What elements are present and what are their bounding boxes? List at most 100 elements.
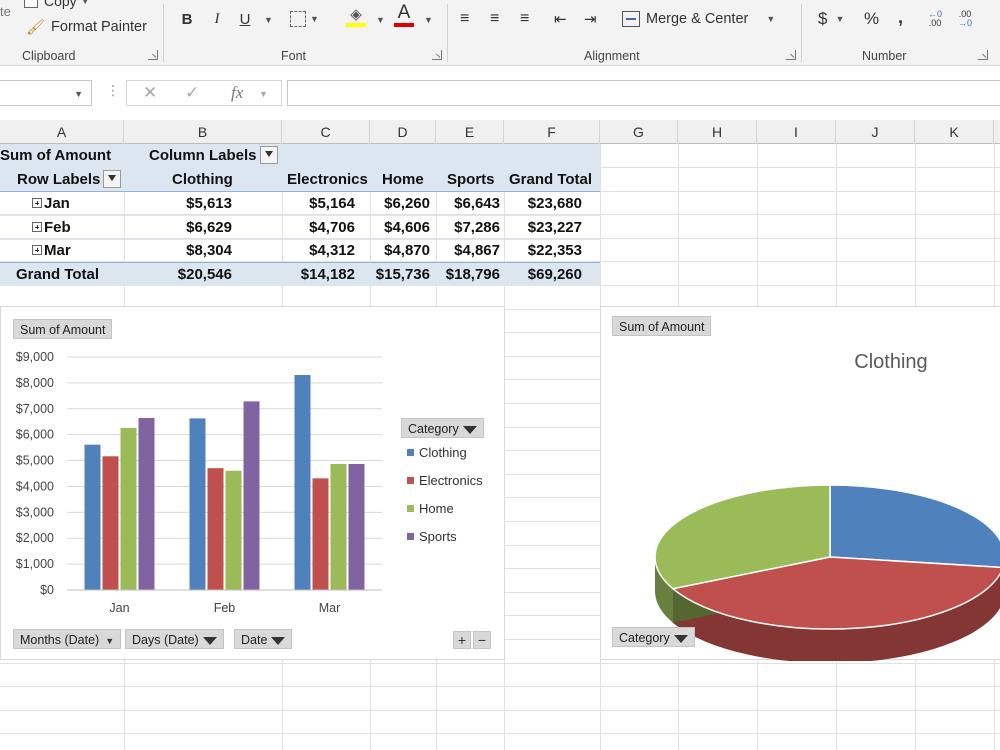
pivot-value-cell[interactable]: $5,164 bbox=[240, 192, 355, 216]
pivot-value-cell[interactable]: $4,706 bbox=[240, 216, 355, 240]
align-center-icon[interactable]: ≡ bbox=[490, 6, 499, 32]
name-box-dropdown-icon[interactable]: ▼ bbox=[74, 89, 83, 99]
font-color-button[interactable]: A bbox=[394, 2, 414, 28]
pivot-value-cell[interactable]: $4,312 bbox=[240, 239, 355, 263]
bar-electronics-mar[interactable] bbox=[312, 478, 329, 590]
bar-home-jan[interactable] bbox=[120, 427, 137, 590]
row-filter-icon[interactable] bbox=[103, 170, 122, 189]
months-field-button[interactable]: Months (Date) ▼ bbox=[13, 629, 122, 649]
bar-sports-feb[interactable] bbox=[243, 401, 260, 590]
row-label[interactable]: Feb bbox=[32, 216, 71, 240]
pivot-value-cell[interactable]: $4,867 bbox=[434, 239, 500, 263]
bar-home-feb[interactable] bbox=[225, 470, 242, 590]
paste-label-partial[interactable]: te bbox=[0, 4, 11, 19]
pivot-value-cell[interactable]: $5,613 bbox=[130, 192, 232, 216]
expand-icon[interactable] bbox=[32, 221, 42, 232]
pivot-title[interactable]: Sum of Amount bbox=[0, 144, 111, 168]
days-field-button[interactable]: Days (Date) bbox=[125, 629, 224, 649]
bar-electronics-feb[interactable] bbox=[207, 468, 224, 590]
row-labels-cell[interactable]: Row Labels bbox=[17, 168, 122, 192]
number-launcher-icon[interactable] bbox=[978, 50, 988, 60]
percent-button[interactable]: % bbox=[864, 6, 879, 32]
column-header-j[interactable]: J bbox=[836, 120, 915, 144]
grand-total-value[interactable]: $15,736 bbox=[360, 263, 430, 287]
grand-total-value[interactable]: $14,182 bbox=[240, 263, 355, 287]
bar-clothing-jan[interactable] bbox=[84, 444, 101, 590]
header-clothing[interactable]: Clothing bbox=[172, 168, 233, 192]
font-launcher-icon[interactable] bbox=[432, 50, 442, 60]
column-header-i[interactable]: I bbox=[757, 120, 836, 144]
pivot-value-cell[interactable]: $23,227 bbox=[505, 216, 582, 240]
formula-input[interactable] bbox=[287, 80, 1000, 106]
bar-electronics-jan[interactable] bbox=[102, 456, 119, 590]
increase-decimal-button[interactable]: ←0 .00 bbox=[928, 6, 942, 32]
column-filter-icon[interactable] bbox=[259, 146, 278, 165]
align-left-icon[interactable]: ≡ bbox=[460, 6, 469, 32]
align-right-icon[interactable]: ≡ bbox=[520, 6, 529, 32]
pivot-bar-chart[interactable]: Sum of Amount $0 $1,000 $2,000 $3,000 $4,000… bbox=[0, 306, 505, 660]
bar-sports-jan[interactable] bbox=[138, 418, 155, 590]
cancel-icon[interactable]: ✕ bbox=[143, 83, 157, 103]
pivot-value-cell[interactable]: $23,680 bbox=[505, 192, 582, 216]
name-box[interactable]: ▼ bbox=[0, 80, 92, 106]
pivot-value-cell[interactable]: $4,606 bbox=[360, 216, 430, 240]
header-electronics[interactable]: Electronics bbox=[287, 168, 368, 192]
header-home[interactable]: Home bbox=[382, 168, 424, 192]
pivot-value-cell[interactable]: $7,286 bbox=[434, 216, 500, 240]
grand-total-label[interactable]: Grand Total bbox=[16, 263, 99, 287]
column-header-e[interactable]: E bbox=[436, 120, 504, 144]
copy-button[interactable]: Copy ▼ bbox=[24, 0, 90, 14]
column-header-g[interactable]: G bbox=[600, 120, 678, 144]
pivot-value-cell[interactable]: $22,353 bbox=[505, 239, 582, 263]
fill-color-button[interactable]: ◈ bbox=[346, 4, 366, 30]
bar-sports-mar[interactable] bbox=[348, 463, 365, 590]
pivot-value-cell[interactable]: $6,260 bbox=[360, 192, 430, 216]
column-header-d[interactable]: D bbox=[370, 120, 436, 144]
merge-center-button[interactable]: Merge & Center ▼ bbox=[622, 6, 775, 32]
row-label[interactable]: Mar bbox=[32, 239, 71, 263]
expand-icon[interactable] bbox=[32, 245, 42, 256]
increase-indent-icon[interactable]: ⇥ bbox=[584, 6, 597, 32]
legend-item-sports[interactable]: Sports bbox=[407, 529, 457, 544]
decrease-indent-icon[interactable]: ⇤ bbox=[554, 6, 567, 32]
grand-total-value[interactable]: $18,796 bbox=[434, 263, 500, 287]
pivot-value-cell[interactable]: $6,629 bbox=[130, 216, 232, 240]
italic-button[interactable]: I bbox=[208, 6, 226, 32]
fill-color-dropdown-icon[interactable]: ▼ bbox=[376, 15, 385, 25]
column-header-c[interactable]: C bbox=[282, 120, 370, 144]
grand-total-value[interactable]: $69,260 bbox=[505, 263, 582, 287]
clipboard-launcher-icon[interactable] bbox=[148, 50, 158, 60]
column-header-b[interactable]: B bbox=[124, 120, 282, 144]
enter-icon[interactable]: ✓ bbox=[185, 83, 199, 103]
alignment-launcher-icon[interactable] bbox=[786, 50, 796, 60]
row-label[interactable]: Jan bbox=[32, 192, 70, 216]
pie-category-field-button[interactable]: Category bbox=[612, 627, 695, 647]
expand-field-button[interactable]: + bbox=[453, 631, 471, 649]
column-labels-cell[interactable]: Column Labels bbox=[149, 144, 278, 168]
bold-button[interactable]: B bbox=[178, 6, 196, 32]
column-header-a[interactable]: A bbox=[0, 120, 124, 144]
function-dropdown-icon[interactable]: ▼ bbox=[259, 89, 268, 99]
underline-dropdown-icon[interactable]: ▼ bbox=[264, 15, 273, 25]
collapse-field-button[interactable]: − bbox=[473, 631, 491, 649]
header-grand-total[interactable]: Grand Total bbox=[509, 168, 592, 192]
format-painter-button[interactable]: 🖌 Format Painter bbox=[26, 14, 147, 40]
bar-home-mar[interactable] bbox=[330, 463, 347, 590]
legend-item-electronics[interactable]: Electronics bbox=[407, 473, 483, 488]
pivot-pie-chart[interactable]: Sum of Amount Clothing Category bbox=[600, 306, 1000, 661]
formula-bar-grip-icon[interactable]: ⋮ bbox=[106, 82, 121, 99]
borders-button[interactable]: ▼ bbox=[290, 6, 319, 32]
pie-slice-0[interactable] bbox=[829, 484, 1000, 569]
expand-icon[interactable] bbox=[32, 198, 42, 209]
font-color-dropdown-icon[interactable]: ▼ bbox=[424, 15, 433, 25]
date-field-button[interactable]: Date bbox=[234, 629, 293, 649]
comma-button[interactable]: , bbox=[898, 4, 903, 30]
column-header-h[interactable]: H bbox=[678, 120, 757, 144]
pivot-value-cell[interactable]: $8,304 bbox=[130, 239, 232, 263]
legend-item-clothing[interactable]: Clothing bbox=[407, 445, 467, 460]
underline-button[interactable]: U bbox=[236, 6, 254, 32]
column-header-f[interactable]: F bbox=[504, 120, 600, 144]
worksheet-grid[interactable]: ABCDEFGHIJK Sum of Amount Column Labels … bbox=[0, 120, 1000, 750]
bar-clothing-mar[interactable] bbox=[294, 375, 311, 590]
insert-function-icon[interactable]: fx bbox=[231, 83, 243, 103]
